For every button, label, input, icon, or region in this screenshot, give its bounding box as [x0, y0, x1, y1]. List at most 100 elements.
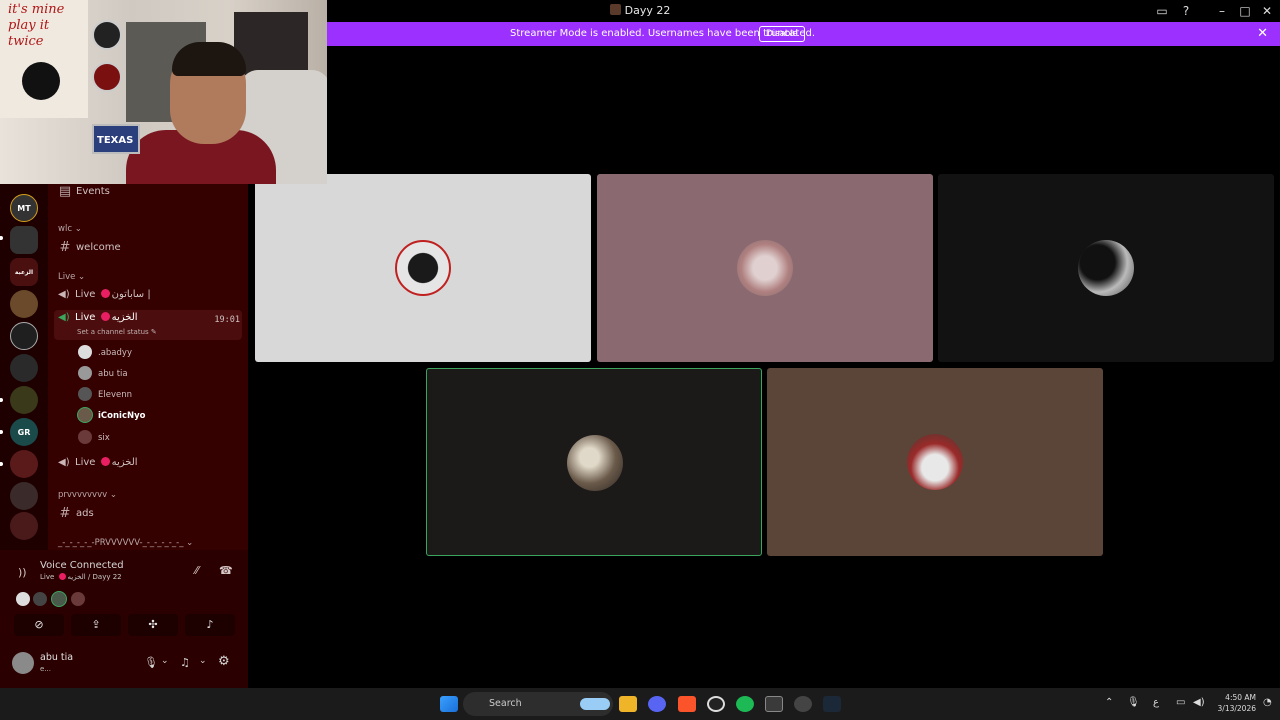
wall-text: it's mine play it twice	[8, 2, 65, 49]
discord-icon[interactable]	[648, 696, 666, 712]
server-icon[interactable]	[10, 512, 38, 540]
camera-off-icon: ⊘	[34, 618, 44, 631]
steam-icon[interactable]	[823, 696, 841, 712]
avatar	[16, 592, 30, 606]
brave-icon[interactable]	[678, 696, 696, 712]
avatar	[71, 592, 85, 606]
taskbar-clock[interactable]: 4:50 AM 3/13/2026	[1212, 692, 1256, 714]
chevron-up-icon[interactable]: ⌃	[1105, 697, 1113, 708]
soundboard-button[interactable]: ♪	[185, 614, 235, 636]
server-icon[interactable]: MT	[10, 194, 38, 222]
camera-off-button[interactable]: ⊘	[14, 614, 64, 636]
obs-icon[interactable]	[707, 696, 725, 712]
file-explorer-icon[interactable]	[619, 696, 637, 712]
channel-ads[interactable]: # ads	[58, 506, 94, 521]
category-live[interactable]: Live ⌄	[58, 272, 85, 282]
server-icon[interactable]	[10, 386, 38, 414]
avatar[interactable]	[12, 652, 34, 674]
voice-channel-live-3[interactable]: ◀) Live الخزيه	[58, 457, 138, 468]
mic-options-chevron-down-icon[interactable]: ⌄	[161, 656, 169, 666]
avatar	[78, 430, 92, 444]
xbox-icon[interactable]	[765, 696, 783, 712]
server-icon[interactable]	[10, 482, 38, 510]
activities-button[interactable]: ✣	[128, 614, 178, 636]
events-item[interactable]: ▤ Events	[58, 184, 110, 199]
category-wlc[interactable]: wlc ⌄	[58, 224, 82, 234]
voice-user-speaking[interactable]: iConicNyo	[78, 408, 146, 424]
mic-icon: 🎙	[144, 656, 158, 669]
spotify-icon[interactable]	[736, 696, 754, 712]
video-tile[interactable]	[255, 174, 591, 362]
settings-button[interactable]: ⚙	[218, 654, 230, 669]
server-icon	[609, 4, 621, 15]
unread-indicator	[0, 236, 3, 240]
server-icon[interactable]	[10, 290, 38, 318]
headphone-icon: ♫	[180, 656, 190, 669]
webcam-overlay: it's mine play it twice TEXAS	[0, 0, 327, 184]
help-icon[interactable]: ?	[1178, 3, 1194, 19]
mic-icon[interactable]: 🎙	[1127, 697, 1140, 708]
video-tile[interactable]	[597, 174, 933, 362]
category-prv2[interactable]: _-_-_-_-_-PRVVVVVV-_-_-_-_-_-_ ⌄	[58, 538, 193, 548]
close-button[interactable]: ✕	[1259, 3, 1275, 19]
avatar	[78, 387, 92, 401]
voice-user[interactable]: Elevenn	[78, 387, 132, 403]
video-tile[interactable]	[938, 174, 1274, 362]
mic-button[interactable]: 🎙	[144, 656, 158, 669]
server-icon[interactable]	[10, 354, 38, 382]
headphone-button[interactable]: ♫	[180, 656, 190, 669]
user-name: abu tia	[40, 652, 74, 663]
category-prv[interactable]: prvvvvvvvv ⌄	[58, 490, 117, 500]
video-tile[interactable]	[767, 368, 1103, 556]
language-indicator[interactable]: ع	[1153, 697, 1159, 708]
avatar	[907, 434, 963, 490]
network-icon[interactable]: ▭	[1176, 697, 1185, 708]
notification-icon[interactable]: ◔	[1263, 697, 1272, 708]
screen-share-button[interactable]: ⇪	[71, 614, 121, 636]
server-icon[interactable]	[10, 226, 38, 254]
wall-badge	[92, 62, 122, 92]
voice-channel-live-1[interactable]: ◀) Live ساباتون |	[58, 289, 151, 300]
voice-user[interactable]: abu tia	[78, 366, 128, 382]
disconnect-icon[interactable]: ☎	[219, 564, 233, 577]
avatar	[567, 435, 623, 491]
status-dot	[100, 289, 110, 298]
video-tile-speaking[interactable]	[426, 368, 762, 556]
minimize-button[interactable]: –	[1214, 3, 1230, 19]
avatar	[33, 592, 47, 606]
volume-icon[interactable]: ◀)	[1193, 697, 1205, 708]
audio-options-chevron-down-icon[interactable]: ⌄	[199, 656, 207, 666]
voice-user[interactable]: six	[78, 430, 110, 446]
server-icon[interactable]	[10, 322, 38, 350]
inbox-icon[interactable]: ▭	[1154, 3, 1170, 19]
search-highlight-icon	[580, 698, 610, 710]
server-icon[interactable]: GR	[10, 418, 38, 446]
avatar	[737, 240, 793, 296]
channel-welcome[interactable]: # welcome	[58, 240, 121, 255]
server-icon[interactable]	[10, 450, 38, 478]
voice-panel: )) Voice Connected Live الخزيه / Dayy 22…	[0, 550, 248, 688]
noise-suppression-icon[interactable]: ⁄⁄	[195, 564, 199, 577]
status-dot	[58, 573, 66, 580]
maximize-button[interactable]: □	[1237, 3, 1253, 19]
voice-user[interactable]: .abadyy	[78, 345, 132, 361]
discord-window: Dayy 22 ▭ ? – □ ✕ Streamer Mode is enabl…	[0, 0, 1280, 720]
server-icon[interactable]: الزعبة	[10, 258, 38, 286]
voice-channel-live-2[interactable]: ◀) Live الخزيه	[58, 312, 138, 323]
streamer-mode-banner: Streamer Mode is enabled. Usernames have…	[327, 22, 1280, 46]
texas-sign: TEXAS	[92, 124, 140, 154]
speaker-icon: ◀)	[58, 289, 70, 300]
screen-share-icon: ⇪	[91, 618, 101, 631]
hash-icon: #	[59, 506, 71, 521]
speaker-icon: ◀)	[58, 312, 70, 323]
voice-connected-channel[interactable]: Live الخزيه / Dayy 22	[40, 573, 122, 581]
set-channel-status[interactable]: Set a channel status ✎	[77, 328, 157, 336]
disable-streamer-mode-button[interactable]: Disable	[759, 26, 805, 42]
close-icon[interactable]: ✕	[1257, 26, 1268, 41]
windows-start-icon[interactable]	[440, 696, 458, 712]
record-player	[22, 62, 60, 100]
status-dot	[100, 312, 110, 321]
app-icon[interactable]	[794, 696, 812, 712]
signal-icon[interactable]: ))	[18, 566, 27, 579]
wall-badge	[92, 20, 122, 50]
